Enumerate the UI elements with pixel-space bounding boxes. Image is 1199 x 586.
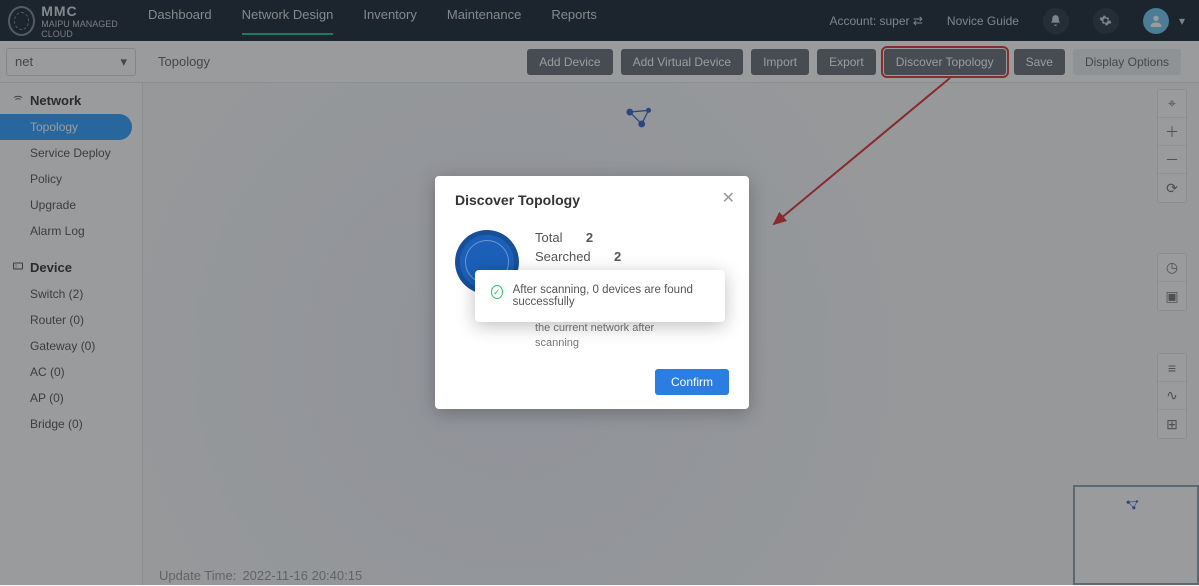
searched-label: Searched [535, 249, 591, 264]
total-value: 2 [586, 230, 593, 245]
success-icon: ✓ [491, 285, 503, 299]
confirm-button[interactable]: Confirm [655, 369, 729, 395]
scan-result-toast: ✓ After scanning, 0 devices are found su… [475, 270, 725, 322]
searched-value: 2 [614, 249, 621, 264]
modal-title: Discover Topology [455, 192, 729, 208]
close-icon[interactable]: ✕ [722, 188, 735, 208]
total-label: Total [535, 230, 562, 245]
toast-text: After scanning, 0 devices are found succ… [513, 284, 709, 308]
